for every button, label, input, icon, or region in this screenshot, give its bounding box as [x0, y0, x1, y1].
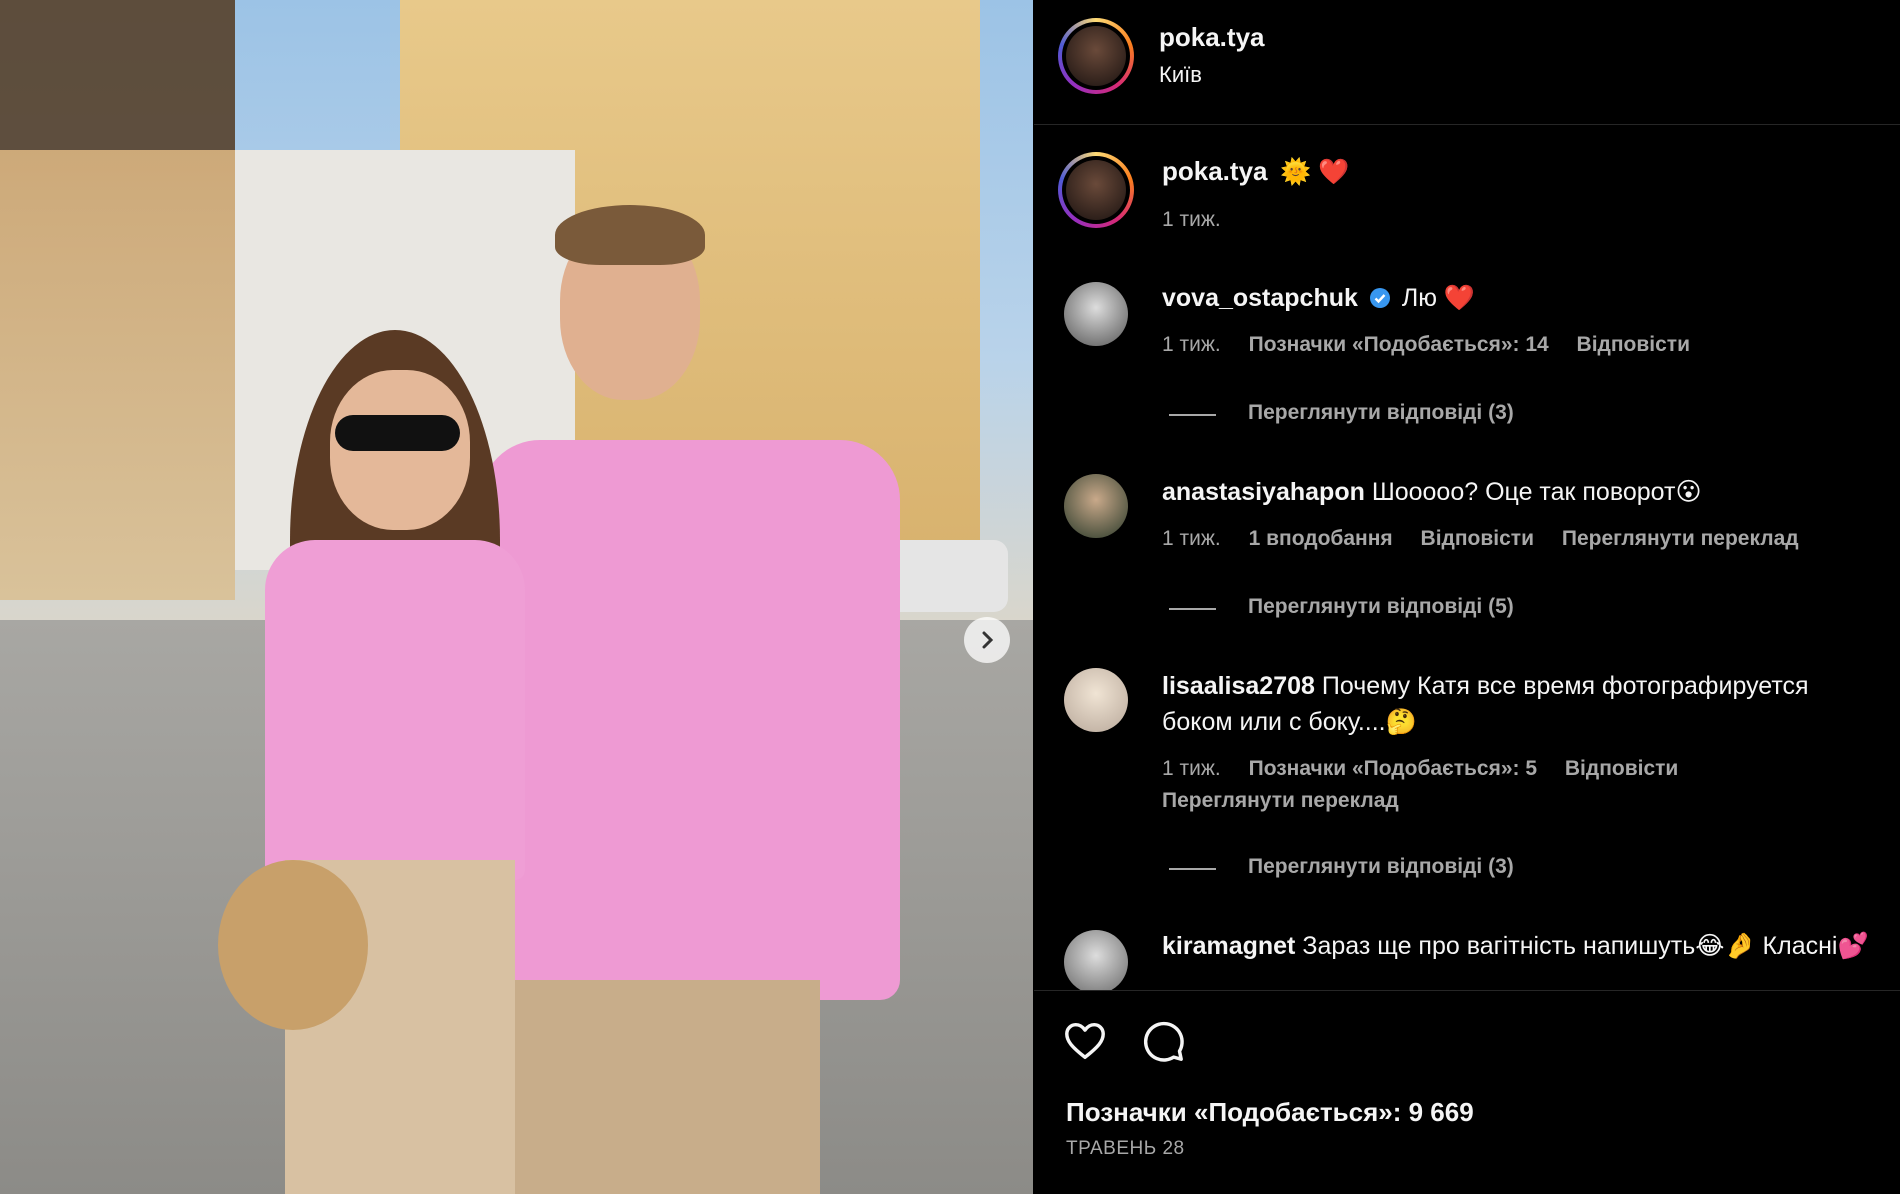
- replies-divider: [1169, 414, 1216, 416]
- post-side-panel: poka.tya Київ poka.tya 🌞 ❤️ 1 тиж. vova_…: [1034, 0, 1900, 1194]
- caption-time: 1 тиж.: [1162, 208, 1221, 231]
- comment-meta: 1 тиж. Позначки «Подобається»: 5 Відпові…: [1162, 757, 1700, 781]
- caption-username[interactable]: poka.tya: [1162, 156, 1268, 186]
- comment-avatar[interactable]: [1064, 474, 1128, 538]
- post-date[interactable]: ТРАВЕНЬ 28: [1066, 1138, 1185, 1160]
- comments-scroll-clip: kiramagnet Зараз ще про вагітність напиш…: [1034, 920, 1900, 990]
- comment-username[interactable]: lisaalisa2708: [1162, 672, 1315, 700]
- comment-body: Шооооо? Оце так поворот😮: [1371, 478, 1702, 506]
- comment-body: Зараз ще про вагітність напишуть😂🤌 Класн…: [1302, 932, 1869, 960]
- comment-likes[interactable]: 1 вподобання: [1249, 527, 1393, 550]
- header-username[interactable]: poka.tya: [1159, 22, 1265, 53]
- comment-text: lisaalisa2708 Почему Катя все время фото…: [1162, 668, 1882, 740]
- comment-time: 1 тиж.: [1162, 333, 1221, 356]
- comment-bubble-icon: [1143, 1021, 1184, 1062]
- caption-emoji: 🌞 ❤️: [1279, 158, 1350, 186]
- translate-button[interactable]: Переглянути переклад: [1162, 789, 1399, 813]
- comment-likes[interactable]: Позначки «Подобається»: 5: [1249, 757, 1537, 780]
- next-photo-button[interactable]: [964, 617, 1010, 663]
- comment-text: kiramagnet Зараз ще про вагітність напиш…: [1162, 928, 1882, 964]
- comment-time: 1 тиж.: [1162, 757, 1221, 780]
- header-location[interactable]: Київ: [1159, 62, 1202, 88]
- verified-badge-icon: [1369, 288, 1390, 308]
- comment-username[interactable]: anastasiyahapon: [1162, 478, 1365, 506]
- comment-likes[interactable]: Позначки «Подобається»: 14: [1249, 333, 1549, 356]
- photo-balcony: [0, 0, 235, 150]
- comment-meta: 1 тиж. Позначки «Подобається»: 14 Відпов…: [1162, 333, 1712, 357]
- comment-username[interactable]: vova_ostapchuk: [1162, 284, 1358, 312]
- comment-username[interactable]: kiramagnet: [1162, 932, 1295, 960]
- comment-text: anastasiyahapon Шооооо? Оце так поворот😮: [1162, 474, 1702, 510]
- view-replies-button[interactable]: Переглянути відповіді (3): [1248, 855, 1514, 879]
- photo-man-pants: [500, 980, 820, 1194]
- photo-woman-shirt: [265, 540, 525, 880]
- photo-man-hair: [555, 205, 705, 265]
- replies-divider: [1169, 868, 1216, 870]
- photo-man-shirt: [480, 440, 900, 1000]
- header-avatar-ring[interactable]: [1058, 18, 1134, 94]
- like-button[interactable]: [1062, 1018, 1108, 1064]
- comments-divider: [1034, 990, 1900, 991]
- photo-sunglasses: [335, 415, 460, 451]
- comment-time: 1 тиж.: [1162, 527, 1221, 550]
- translate-button[interactable]: Переглянути переклад: [1562, 527, 1799, 550]
- caption-avatar-ring[interactable]: [1058, 152, 1134, 228]
- photo-handbag: [218, 860, 368, 1030]
- comment-avatar[interactable]: [1064, 930, 1128, 990]
- view-replies-button[interactable]: Переглянути відповіді (3): [1248, 401, 1514, 425]
- header-divider: [1034, 124, 1900, 125]
- comment-button[interactable]: [1140, 1018, 1186, 1064]
- reply-button[interactable]: Відповісти: [1565, 757, 1678, 780]
- chevron-right-icon: [982, 631, 994, 649]
- comment-meta: 1 тиж. 1 вподобання Відповісти Перегляну…: [1162, 527, 1821, 551]
- comment-avatar[interactable]: [1064, 668, 1128, 732]
- comment-body: Лю ❤️: [1401, 284, 1476, 312]
- reply-button[interactable]: Відповісти: [1421, 527, 1534, 550]
- heart-outline-icon: [1065, 1022, 1105, 1060]
- avatar: [1062, 156, 1130, 224]
- replies-divider: [1169, 608, 1216, 610]
- post-photo: [0, 0, 1033, 1194]
- likes-count[interactable]: Позначки «Подобається»: 9 669: [1066, 1097, 1474, 1128]
- reply-button[interactable]: Відповісти: [1577, 333, 1690, 356]
- avatar: [1062, 22, 1130, 90]
- comment-text: vova_ostapchuk Лю ❤️: [1162, 280, 1475, 316]
- post-header: poka.tya Київ: [1034, 0, 1900, 124]
- view-replies-button[interactable]: Переглянути відповіді (5): [1248, 595, 1514, 619]
- comment-avatar[interactable]: [1064, 282, 1128, 346]
